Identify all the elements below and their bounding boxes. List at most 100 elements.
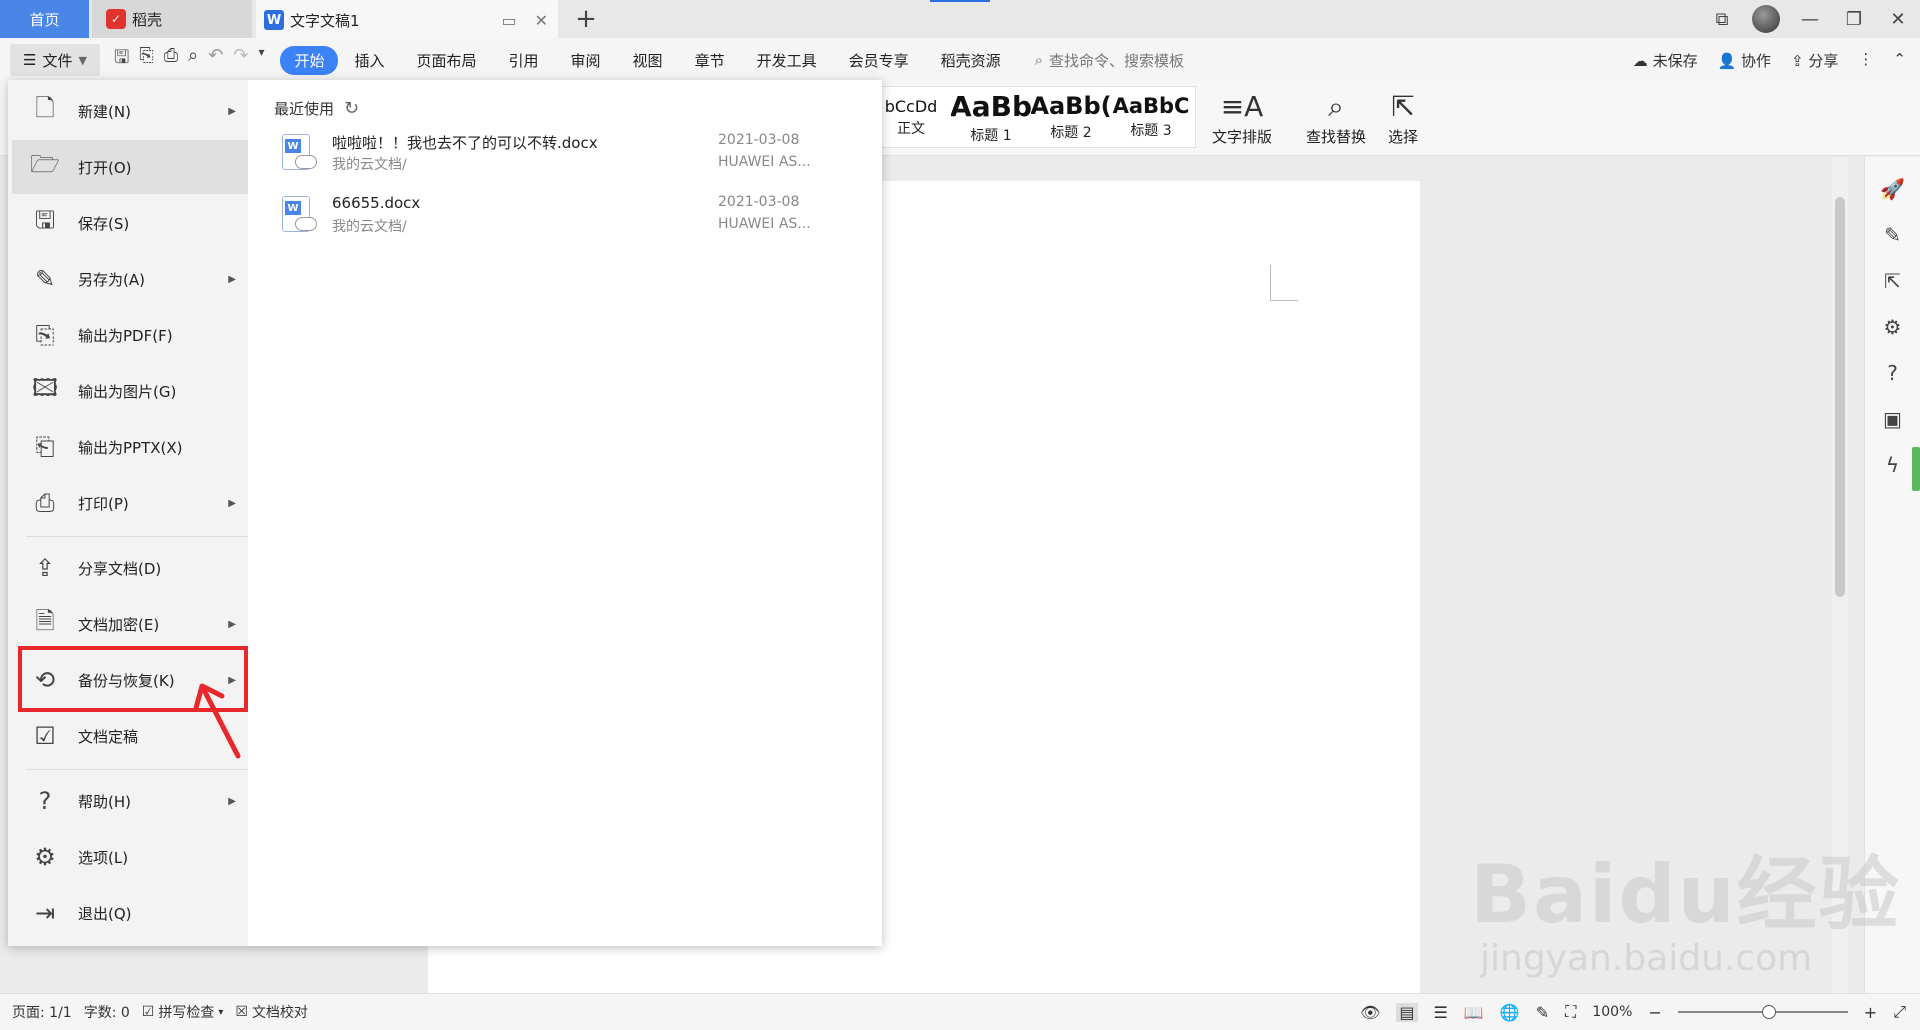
scrollbar-thumb[interactable] [1835, 197, 1845, 597]
menu-item-export-pptx[interactable]: ⎗ 输出为PPTX(X) [12, 420, 248, 474]
share-button[interactable]: ⇪ 分享 [1791, 50, 1838, 71]
recent-title: 最近使用 ↻ [274, 98, 359, 119]
file-menu-panel: 🗋 新建(N) ▶ 🗁 打开(O) 🖫 保存(S) ✎ 另存为(A) ▶ ⎘ 输… [8, 80, 882, 946]
zoom-in-icon[interactable]: + [1864, 1003, 1877, 1022]
reading-view-icon[interactable]: 📖 [1464, 1003, 1484, 1022]
zoom-slider-knob[interactable] [1761, 1005, 1776, 1019]
tab-developer[interactable]: 开发工具 [741, 50, 833, 71]
help-circle-icon[interactable]: ? [1865, 361, 1920, 387]
tab-daoke-resources[interactable]: 稻壳资源 [925, 50, 1017, 71]
margin-corner-mark [1270, 265, 1298, 301]
avatar[interactable] [1752, 5, 1780, 33]
find-replace-label: 查找替换 [1306, 128, 1367, 146]
menu-item-options[interactable]: ⚙ 选项(L) [12, 830, 248, 884]
tab-view[interactable]: 视图 [617, 50, 679, 71]
print-icon[interactable]: ⎙ [164, 45, 178, 75]
text-layout-label: 文字排版 [1212, 128, 1273, 146]
zoom-slider[interactable] [1677, 1005, 1848, 1019]
save-icon[interactable]: 🖫 [114, 45, 129, 75]
tab-references[interactable]: 引用 [493, 50, 555, 71]
text-layout-icon: ≡A [1220, 90, 1264, 123]
tab-insert[interactable]: 插入 [338, 50, 400, 71]
menu-item-save-as[interactable]: ✎ 另存为(A) ▶ [12, 252, 248, 306]
cloud-doc-icon: W [282, 196, 317, 232]
command-search[interactable]: ⌕ 查找命令、搜索模板 [1035, 50, 1184, 71]
unsaved-button[interactable]: ☁ 未保存 [1633, 50, 1698, 71]
menu-item-label: 输出为PDF(F) [78, 326, 173, 345]
eye-icon[interactable]: 👁 [1360, 1003, 1380, 1022]
sliders-icon[interactable]: ⚙ [1865, 315, 1920, 341]
ribbon-tabs: 开始 插入 页面布局 引用 审阅 视图 章节 开发工具 会员专享 稻壳资源 [280, 45, 1017, 75]
spell-check-button[interactable]: ☑ 拼写检查 ▾ [142, 1002, 224, 1022]
page-indicator[interactable]: 页面: 1/1 [12, 1002, 72, 1022]
tab-sections[interactable]: 章节 [679, 50, 741, 71]
style-heading2-caption: 标题 2 [1050, 125, 1092, 141]
new-tab-button[interactable]: + [568, 0, 604, 38]
print-preview-icon[interactable]: ⌕ [188, 45, 198, 75]
collapse-ribbon-icon[interactable]: ⌃ [1893, 50, 1906, 71]
menu-item-share[interactable]: ⇪ 分享文档(D) [12, 541, 248, 595]
image-edit-icon[interactable]: ▣ [1865, 407, 1920, 433]
tab-review[interactable]: 审阅 [555, 50, 617, 71]
menu-item-export-image[interactable]: 🖾 输出为图片(G) [12, 364, 248, 418]
file-device: HUAWEI AS... [718, 216, 811, 232]
tab-home[interactable]: 首页 [0, 0, 89, 38]
menu-item-encrypt[interactable]: 🗎 文档加密(E) ▶ [12, 597, 248, 651]
submenu-arrow-icon: ▶ [228, 273, 236, 285]
menu-item-exit[interactable]: ⇥ 退出(Q) [12, 886, 248, 940]
restore-icon[interactable]: ❐ [1832, 9, 1876, 30]
search-icon: ⌕ [1034, 51, 1044, 69]
rocket-icon[interactable]: 🚀 [1865, 177, 1920, 203]
minimize-icon[interactable]: — [1788, 9, 1832, 30]
spell-check-label: 拼写检查 [158, 1005, 215, 1021]
recent-file-row[interactable]: W 66655.docx 我的云文档/ 2021-03-08 HUAWEI AS… [274, 194, 854, 246]
menu-item-help[interactable]: ? 帮助(H) ▶ [12, 774, 248, 828]
pin-window-icon[interactable]: ▭ [501, 11, 516, 30]
window-count-icon[interactable]: ⧉ [1700, 9, 1744, 30]
redo-icon[interactable]: ↷ [233, 45, 248, 75]
recent-file-row[interactable]: W 啦啦啦！！我也去不了的可以不转.docx 我的云文档/ 2021-03-08… [274, 132, 854, 184]
collab-label: 协作 [1741, 51, 1772, 70]
web-view-icon[interactable]: 🌐 [1500, 1003, 1520, 1022]
close-tab-icon[interactable]: ✕ [535, 11, 548, 30]
word-count[interactable]: 字数: 0 [84, 1002, 130, 1022]
collab-button[interactable]: 👤 协作 [1718, 50, 1771, 71]
write-view-icon[interactable]: ✎ [1536, 1003, 1549, 1022]
close-window-icon[interactable]: ✕ [1876, 9, 1920, 30]
fit-page-icon[interactable]: ⛶ [1565, 1002, 1576, 1022]
style-heading3[interactable]: AaBbC 标题 3 [1111, 87, 1191, 147]
refresh-icon[interactable]: ↻ [344, 98, 359, 119]
undo-icon[interactable]: ↶ [208, 45, 223, 75]
find-replace-button[interactable]: ⌕ 查找替换 [1306, 90, 1366, 147]
new-doc-icon: 🗋 [35, 93, 55, 122]
menu-item-print[interactable]: ⎙ 打印(P) ▶ [12, 476, 248, 530]
zoom-level[interactable]: 100% [1592, 1004, 1632, 1020]
proofread-button[interactable]: ☒ 文档校对 [235, 1002, 308, 1022]
tab-member[interactable]: 会员专享 [833, 50, 925, 71]
menu-item-save[interactable]: 🖫 保存(S) [12, 196, 248, 250]
tab-document[interactable]: W 文字文稿1 ▭ ✕ [256, 0, 558, 38]
pen-icon[interactable]: ✎ [1865, 223, 1920, 249]
tab-start[interactable]: 开始 [280, 45, 339, 75]
export-icon[interactable]: ⎘ [139, 45, 153, 75]
image-icon: 🖾 [31, 373, 59, 402]
more-icon[interactable]: ⋮ [1858, 50, 1873, 71]
tab-page-layout[interactable]: 页面布局 [401, 50, 493, 71]
menu-item-new[interactable]: 🗋 新建(N) ▶ [12, 84, 248, 138]
page-view-icon[interactable]: ▤ [1396, 1002, 1418, 1022]
menu-item-export-pdf[interactable]: ⎘ 输出为PDF(F) [12, 308, 248, 362]
style-heading1[interactable]: AaBb 标题 1 [951, 87, 1031, 147]
pointer-icon[interactable]: ⇱ [1865, 269, 1920, 295]
zoom-out-icon[interactable]: − [1648, 1003, 1661, 1022]
text-layout-button[interactable]: ≡A 文字排版 [1212, 90, 1272, 147]
menu-item-open[interactable]: 🗁 打开(O) [12, 140, 248, 194]
select-button[interactable]: ⇱ 选择 [1388, 90, 1418, 147]
customize-icon[interactable]: ▾ [258, 45, 264, 75]
style-heading2[interactable]: AaBb( 标题 2 [1031, 87, 1111, 147]
file-menu-button[interactable]: ☰ 文件 ▼ [10, 44, 100, 76]
tab-daoke[interactable]: ✓ 稻壳 [92, 0, 252, 38]
fullscreen-icon[interactable]: ⤢ [1893, 1002, 1906, 1022]
style-body[interactable]: bCcDd 正文 [871, 87, 951, 147]
chevron-down-icon: ▼ [78, 53, 87, 67]
outline-view-icon[interactable]: ☰ [1434, 1003, 1448, 1022]
